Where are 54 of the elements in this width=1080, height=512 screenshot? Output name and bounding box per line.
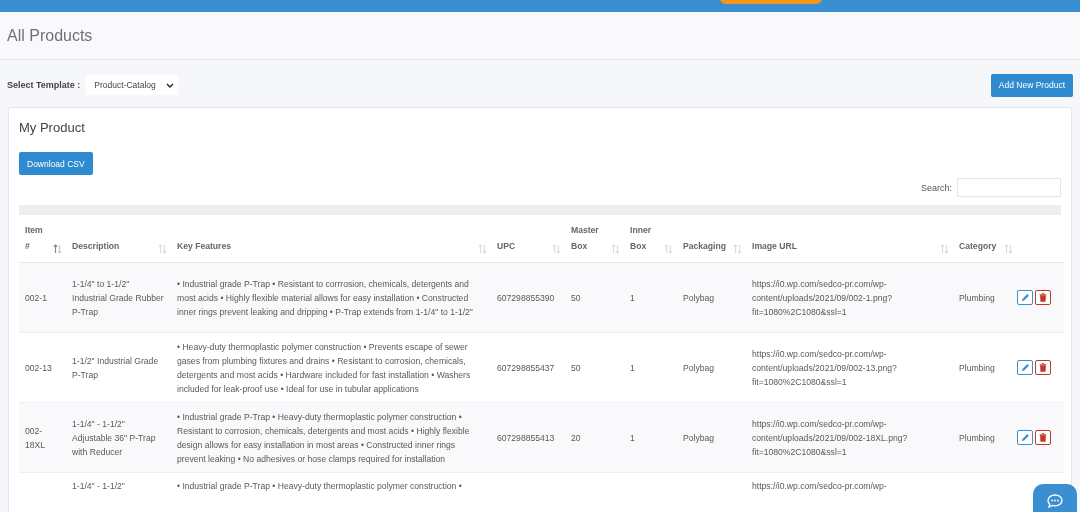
sort-icon[interactable] — [53, 244, 62, 254]
upc-code: 607298855390 — [497, 291, 555, 305]
upc-code: 607298855413 — [497, 431, 555, 445]
pencil-icon — [1020, 433, 1030, 442]
chat-icon — [1047, 494, 1063, 508]
packaging-type: Polybag — [683, 431, 715, 445]
item-number: 002-13 — [25, 361, 52, 375]
card-title: My Product — [19, 120, 86, 135]
master-box-count: 20 — [571, 431, 581, 445]
key-features: • Industrial grade P-Trap • Heavy-duty thermoplastic polymer construction • — [177, 481, 462, 491]
master-box-count: 50 — [571, 361, 581, 375]
template-label: Select Template : — [7, 80, 81, 90]
image-url: https://i0.wp.com/sedco-pr.com/wp-content/uploads/2021/09/002-13.png?fit=1080%2C1080&ssl=1 — [752, 347, 898, 389]
item-number: 002-18XL — [25, 424, 47, 452]
page-title: All Products — [7, 26, 93, 45]
product-description: 1-1/2" Industrial Grade P-Trap — [72, 354, 160, 382]
image-url: https://i0.wp.com/sedco-pr.com/wp- — [752, 481, 887, 491]
item-number: 002-1 — [25, 291, 47, 305]
product-description: 1-1/4" - 1-1/2" — [72, 481, 125, 491]
inner-box-count: 1 — [630, 431, 635, 445]
search-label: Search: — [920, 182, 952, 193]
upc-code: 607298855437 — [497, 361, 555, 375]
download-csv-button[interactable]: Download CSV — [19, 152, 93, 175]
packaging-type: Polybag — [683, 361, 715, 375]
packaging-type: Polybag — [683, 291, 715, 305]
product-category: Plumbing — [959, 431, 995, 445]
pencil-icon — [1020, 363, 1030, 372]
inner-box-count: 1 — [630, 361, 635, 375]
key-features: • Industrial grade P-Trap • Resistant to corrrosion, chemicals, detergents and most acids • Highly flexible material allows for easy installation • Constructed inner rings prevent leaking and dripping • P-Trap extends from 1-1/4" to 1-1/2" — [177, 277, 474, 319]
product-category: Plumbing — [959, 291, 995, 305]
delete-button[interactable] — [1035, 360, 1051, 375]
product-description: 1-1/4" to 1-1/2" Industrial Grade Rubber P-Trap — [72, 277, 165, 319]
trash-icon — [1039, 293, 1047, 302]
edit-button[interactable] — [1017, 430, 1033, 445]
product-description: 1-1/4" - 1-1/2" Adjustable 36" P-Trap with Reducer — [72, 417, 157, 459]
add-product-button[interactable]: Add New Product — [990, 73, 1073, 97]
delete-button[interactable] — [1035, 430, 1051, 445]
master-box-count: 50 — [571, 291, 581, 305]
image-url: https://i0.wp.com/sedco-pr.com/wp-content/uploads/2021/09/002-18XL.png?fit=1080%2C1080&ssl=1 — [752, 417, 909, 459]
inner-box-count: 1 — [630, 291, 635, 305]
product-category: Plumbing — [959, 361, 995, 375]
edit-button[interactable] — [1017, 290, 1033, 305]
trash-icon — [1039, 363, 1047, 372]
key-features: • Industrial grade P-Trap • Heavy-duty thermoplastic polymer construction • Resistant to corrosion, chemicals, detergents and most acids • Highly flexible design allows for easy installation in most areas • Constructed inner rings prevent leaking • No adhesives or hose clamps required for installation — [177, 410, 471, 466]
pencil-icon — [1020, 293, 1030, 302]
delete-button[interactable] — [1035, 290, 1051, 305]
search-field[interactable] — [957, 178, 1061, 197]
edit-button[interactable] — [1017, 360, 1033, 375]
key-features: • Heavy-duty thermoplastic polymer construction • Prevents escape of sewer gases from plumbing fixtures and drains • Resistant to corrosion, chemicals, detergents and most acids • Hardware included for fast installation • Washers included for leak-proof use • Ideal for use in tubular applications — [177, 340, 472, 396]
chevron-icon — [165, 82, 174, 88]
template-select[interactable]: Product-Catalog — [86, 75, 178, 95]
chat-button[interactable] — [1033, 484, 1077, 512]
trash-icon — [1039, 433, 1047, 442]
image-url: https://i0.wp.com/sedco-pr.com/wp-content/uploads/2021/09/002-1.png?fit=1080%2C1080&ssl=1 — [752, 277, 893, 319]
